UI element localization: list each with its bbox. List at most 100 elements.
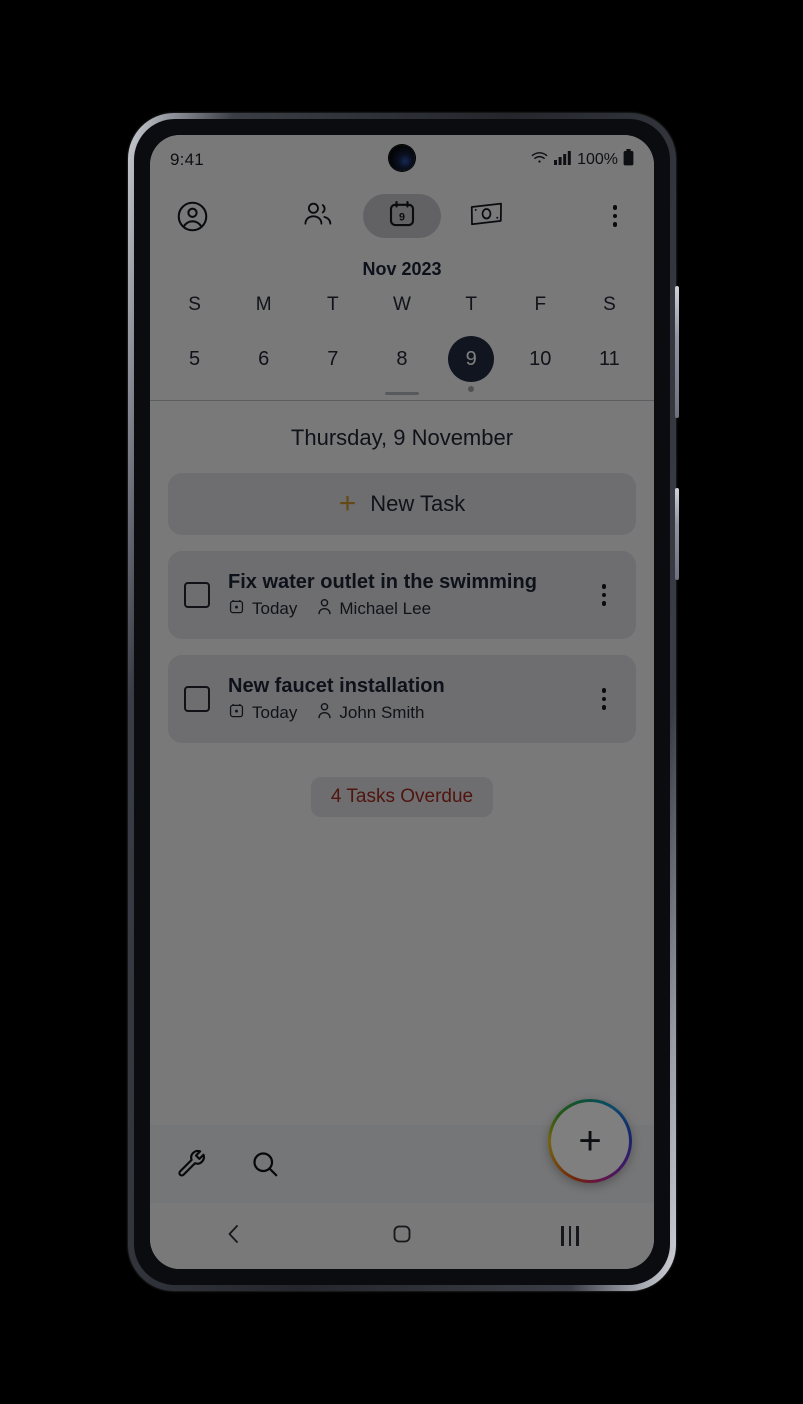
task-title: New faucet installation [228,674,590,699]
nav-recents-button[interactable] [535,1214,605,1258]
overdue-badge[interactable]: 4 Tasks Overdue [311,777,493,817]
calendar-day-10[interactable]: 10 [517,336,563,382]
task-content: New faucet installation Today [228,674,590,724]
event-dot-slot [575,382,644,396]
kebab-dot [602,601,607,606]
calendar-day-5[interactable]: 5 [172,336,218,382]
calendar-day-cell[interactable]: 5 [160,336,229,382]
task-checkbox[interactable] [184,686,210,712]
cellular-signal-icon [554,150,572,170]
kebab-dot [602,593,607,598]
calendar-9-icon: 9 [387,199,417,234]
plus-icon: + [339,489,357,519]
people-icon [302,200,334,233]
person-icon [317,598,332,620]
calendar-day-cell[interactable]: 10 [506,336,575,382]
wrench-icon[interactable] [172,1143,214,1185]
tab-calendar[interactable]: 9 [363,194,441,238]
new-task-label: New Task [370,491,465,517]
task-assignee-label: Michael Lee [339,599,431,619]
task-overflow-button[interactable] [590,679,618,719]
day-initial: W [367,294,436,336]
recents-bars-icon [561,1226,579,1246]
tab-money[interactable] [459,194,513,238]
calendar-day-6[interactable]: 6 [241,336,287,382]
calendar-day-cell[interactable]: 9 [437,336,506,382]
day-initial: T [437,294,506,336]
kebab-dot [602,584,607,589]
device-bezel: 9:41 [134,119,670,1285]
calendar-day-8[interactable]: 8 [379,336,425,382]
task-meta: Today Michael Lee [228,598,590,620]
event-dot-slot [160,382,229,396]
wifi-icon [530,150,549,170]
cash-banknote-icon [470,201,503,232]
new-task-button[interactable]: + New Task [168,473,636,535]
calendar-day-initials-row: S M T W T F S [150,294,654,336]
recents-bar [576,1226,579,1246]
phone-screen: 9:41 [150,135,654,1269]
status-indicators: 100% [530,149,634,171]
front-camera-punch-hole [389,145,415,171]
day-initial: S [575,294,644,336]
event-dot-slot [298,382,367,396]
overflow-menu-button[interactable] [598,196,632,236]
task-checkbox[interactable] [184,582,210,608]
event-dot-icon [468,386,474,392]
task-content: Fix water outlet in the swimming Today [228,570,590,620]
kebab-dot [602,697,607,702]
calendar-day-cell[interactable]: 6 [229,336,298,382]
recents-bar [561,1226,564,1246]
day-initial: F [506,294,575,336]
calendar-day-cell[interactable]: 7 [298,336,367,382]
task-due-label: Today [252,703,297,723]
volume-button[interactable] [675,286,679,418]
overdue-section: 4 Tasks Overdue [168,777,636,817]
task-assignee-label: John Smith [339,703,424,723]
event-dot-slot [506,382,575,396]
calendar-day-cell[interactable]: 8 [367,336,436,382]
home-square-icon [390,1222,414,1251]
alarm-clock-icon [228,702,245,724]
day-initial: T [298,294,367,336]
nav-back-button[interactable] [199,1214,269,1258]
kebab-dot [613,214,618,219]
back-chevron-icon [222,1222,246,1251]
alarm-clock-icon [228,598,245,620]
battery-full-icon [623,149,634,171]
calendar-expand-handle[interactable] [385,392,419,395]
calendar-day-7[interactable]: 7 [310,336,356,382]
status-clock: 9:41 [170,150,204,170]
day-initial: M [229,294,298,336]
selected-day-title: Thursday, 9 November [150,401,654,473]
task-row[interactable]: Fix water outlet in the swimming Today [168,551,636,639]
account-circle-icon[interactable] [172,196,212,236]
search-icon[interactable] [244,1143,286,1185]
calendar-dates-row: 5 6 7 8 9 10 11 [150,336,654,382]
task-overflow-button[interactable] [590,575,618,615]
android-navigation-bar [150,1203,654,1269]
task-due-label: Today [252,599,297,619]
add-floating-action-button[interactable]: + [548,1099,632,1183]
app-top-bar: 9 [150,185,654,247]
kebab-dot [613,222,618,227]
task-list-content: + New Task Fix water outlet in the swimm… [150,473,654,817]
tab-people[interactable] [291,194,345,238]
app-tab-group: 9 [291,194,513,238]
event-dot-slot [437,382,506,396]
kebab-dot [602,705,607,710]
add-icon: + [578,1121,601,1161]
kebab-dot [613,205,618,210]
calendar-month-label: Nov 2023 [150,253,654,294]
task-title: Fix water outlet in the swimming [228,570,590,595]
calendar-day-11[interactable]: 11 [586,336,632,382]
recents-bar [569,1226,572,1246]
calendar-day-9-selected[interactable]: 9 [448,336,494,382]
nav-home-button[interactable] [367,1214,437,1258]
power-button[interactable] [675,488,679,580]
fab-inner-surface: + [551,1102,629,1180]
calendar-day-cell[interactable]: 11 [575,336,644,382]
calendar-week-strip: Nov 2023 S M T W T F S 5 6 7 8 9 10 [150,247,654,401]
task-row[interactable]: New faucet installation Today [168,655,636,743]
svg-text:9: 9 [399,211,405,223]
